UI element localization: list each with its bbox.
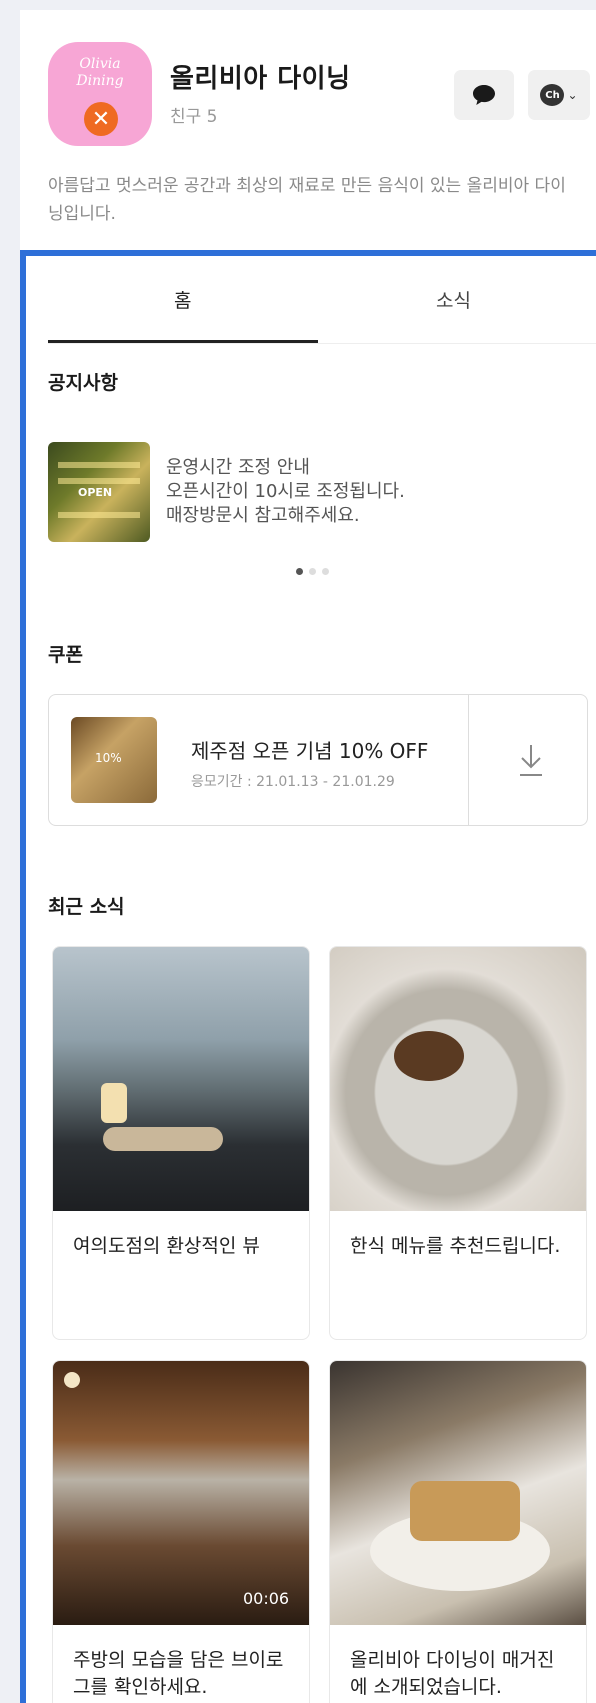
shelf-decoration <box>58 478 140 484</box>
news-caption: 한식 메뉴를 추천드립니다. <box>350 1235 561 1257</box>
notice-line: 운영시간 조정 안내 <box>166 457 310 478</box>
channel-icon: Ch <box>540 84 565 106</box>
store-description: 아름답고 멋스러운 공간과 최상의 재료로 만든 음식이 있는 올리비아 다이닝… <box>48 176 566 224</box>
coupon-section-title: 쿠폰 <box>48 644 83 666</box>
news-card[interactable]: 한식 메뉴를 추천드립니다. <box>329 946 587 1340</box>
store-name: 올리비아 다이닝 <box>170 64 351 94</box>
news-card[interactable]: 여의도점의 환상적인 뷰 <box>52 946 310 1340</box>
carousel-pagination <box>296 568 329 575</box>
coupon-divider <box>468 695 469 825</box>
store-logo: Olivia Dining ✕ <box>48 42 152 146</box>
news-caption: 주방의 모습을 담은 브이로그를 확인하세요. <box>73 1649 284 1698</box>
sandwich <box>410 1481 520 1541</box>
pagination-dot[interactable] <box>296 568 303 575</box>
coupon-image-label: 10% <box>95 751 122 765</box>
main-panel: 홈 소식 공지사항 OPEN 운영시간 조정 안내 오픈시간이 10시로 조정됩… <box>20 250 596 1703</box>
fork-spoon-icon: ✕ <box>84 102 118 136</box>
tab-home[interactable]: 홈 <box>174 286 191 313</box>
news-image-sandwich <box>330 1361 586 1625</box>
shelf-decoration <box>58 462 140 468</box>
news-card[interactable]: 올리비아 다이닝이 매거진에 소개되었습니다. <box>329 1360 587 1703</box>
shelf-decoration <box>58 512 140 518</box>
notice-line: 오픈시간이 10시로 조정됩니다. <box>166 481 405 502</box>
logo-text: Olivia Dining <box>76 56 124 89</box>
notice-line: 매장방문시 참고해주세요. <box>166 505 360 526</box>
notice-thumbnail[interactable]: OPEN <box>48 442 150 542</box>
notice-section-title: 공지사항 <box>48 372 118 394</box>
friend-count: 친구 5 <box>170 107 218 127</box>
lamp-icon <box>64 1372 80 1388</box>
chevron-down-icon: ⌄ <box>567 88 578 102</box>
coupon-title: 제주점 오픈 기념 10% OFF <box>191 739 429 763</box>
coupon-thumbnail: 10% <box>71 717 157 803</box>
notice-image-label: OPEN <box>78 486 113 499</box>
speech-bubble-icon <box>473 85 495 105</box>
pagination-dot[interactable] <box>309 568 316 575</box>
news-section-title: 최근 소식 <box>48 896 125 918</box>
tab-news[interactable]: 소식 <box>436 286 471 313</box>
food-on-plate <box>394 1031 464 1081</box>
news-caption: 여의도점의 환상적인 뷰 <box>73 1235 260 1257</box>
active-tab-indicator <box>48 340 318 343</box>
download-icon[interactable] <box>517 743 545 777</box>
news-card[interactable]: 00:06 주방의 모습을 담은 브이로그를 확인하세요. <box>52 1360 310 1703</box>
chat-button[interactable] <box>454 70 514 120</box>
profile-card: Olivia Dining ✕ 올리비아 다이닝 친구 5 Ch ⌄ 아름답고 … <box>20 10 596 250</box>
channel-menu-button[interactable]: Ch ⌄ <box>528 70 590 120</box>
news-image-city-view <box>53 947 309 1211</box>
candle <box>101 1083 127 1123</box>
news-image-kitchen: 00:06 <box>53 1361 309 1625</box>
tab-bar: 홈 소식 <box>48 256 596 344</box>
bread-plate <box>103 1127 223 1151</box>
video-duration: 00:06 <box>243 1589 290 1608</box>
coupon-period: 응모기간 : 21.01.13 - 21.01.29 <box>191 774 395 790</box>
news-image-korean-dish <box>330 947 586 1211</box>
notice-text[interactable]: 운영시간 조정 안내 오픈시간이 10시로 조정됩니다. 매장방문시 참고해주세… <box>166 456 405 528</box>
coupon-card[interactable]: 10% 제주점 오픈 기념 10% OFF 응모기간 : 21.01.13 - … <box>48 694 588 826</box>
news-caption: 올리비아 다이닝이 매거진에 소개되었습니다. <box>350 1649 555 1698</box>
pagination-dot[interactable] <box>322 568 329 575</box>
